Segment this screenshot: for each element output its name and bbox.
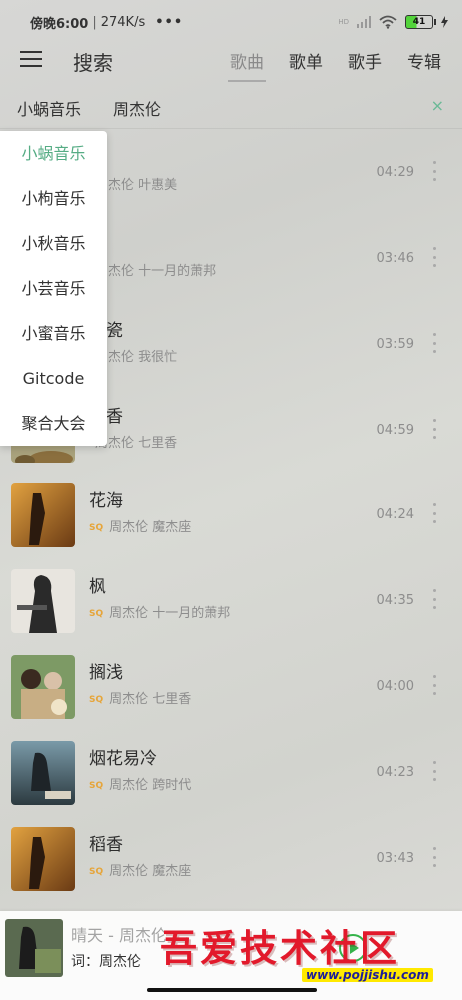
more-options-icon[interactable]	[431, 503, 437, 523]
song-duration: 04:29	[376, 165, 414, 180]
search-query[interactable]: 周杰伦	[113, 96, 161, 120]
battery-level: 41	[412, 17, 426, 27]
album-cover	[11, 741, 75, 805]
song-title: 花海	[89, 491, 123, 511]
song-meta: SQ 周杰伦 魔杰座	[89, 520, 192, 535]
song-row[interactable]: 枫 SQ 周杰伦 十一月的萧邦 04:35	[0, 557, 462, 643]
more-options-icon[interactable]	[431, 589, 437, 609]
song-meta: 周杰伦 十一月的萧邦	[95, 264, 217, 279]
song-row[interactable]: 烟花易冷 SQ 周杰伦 跨时代 04:23	[0, 729, 462, 815]
hamburger-menu-icon[interactable]	[20, 51, 42, 69]
more-options-icon[interactable]	[431, 847, 437, 867]
song-duration: 03:46	[376, 251, 414, 266]
album-cover	[11, 569, 75, 633]
source-option-gitcode[interactable]: Gitcode	[0, 356, 107, 401]
more-options-icon[interactable]	[431, 247, 437, 267]
song-duration: 04:35	[376, 593, 414, 608]
song-duration: 04:24	[376, 507, 414, 522]
song-row[interactable]: 花海 SQ 周杰伦 魔杰座 04:24	[0, 471, 462, 557]
status-separator: |	[92, 14, 97, 30]
source-selector[interactable]: 小蜗音乐	[17, 96, 81, 120]
app-header: 搜索 歌曲 歌单 歌手 专辑	[0, 38, 462, 82]
more-options-icon[interactable]	[431, 161, 437, 181]
wifi-icon	[379, 15, 397, 29]
song-duration: 04:59	[376, 423, 414, 438]
song-duration: 04:23	[376, 765, 414, 780]
source-option-xiaomi[interactable]: 小蜜音乐	[0, 311, 107, 356]
source-option-xiaoyun[interactable]: 小芸音乐	[0, 266, 107, 311]
now-playing-lyric: 词：周杰伦	[71, 954, 141, 970]
signal-icon	[357, 16, 371, 28]
now-playing-cover	[5, 919, 63, 977]
song-title: 烟花易冷	[89, 749, 157, 769]
now-playing-title: 晴天 - 周杰伦	[71, 926, 167, 945]
song-duration: 03:43	[376, 851, 414, 866]
source-dropdown-menu: 小蜗音乐 小枸音乐 小秋音乐 小芸音乐 小蜜音乐 Gitcode 聚合大会	[0, 131, 107, 446]
tab-artists[interactable]: 歌手	[348, 48, 382, 73]
more-options-icon[interactable]	[431, 675, 437, 695]
song-meta: SQ 周杰伦 跨时代	[89, 778, 192, 793]
tab-songs[interactable]: 歌曲	[228, 48, 266, 82]
battery-icon: 41	[405, 15, 436, 29]
more-options-icon[interactable]	[431, 333, 437, 353]
song-duration: 04:00	[376, 679, 414, 694]
status-time: 傍晚6:00	[30, 16, 89, 32]
song-meta: SQ 周杰伦 魔杰座	[89, 864, 192, 879]
watermark-url: www.pojjishu.com	[302, 968, 433, 982]
album-cover	[11, 827, 75, 891]
watermark: 吾爱技术社区 www.pojjishu.com	[160, 916, 460, 986]
network-speed: 274K/s	[100, 14, 146, 30]
source-option-xiaoqiu[interactable]: 小秋音乐	[0, 221, 107, 266]
song-title: 搁浅	[89, 663, 123, 683]
charging-icon	[441, 16, 448, 28]
search-source-bar: 小蜗音乐 周杰伦 ×	[0, 84, 462, 128]
home-indicator[interactable]	[147, 988, 317, 992]
tab-playlists[interactable]: 歌单	[289, 48, 323, 73]
song-meta: SQ 周杰伦 七里香	[89, 692, 192, 707]
album-cover	[11, 483, 75, 547]
album-cover	[11, 655, 75, 719]
page-title: 搜索	[73, 51, 113, 75]
more-notifications-icon: •••	[155, 14, 184, 30]
song-title: 稻香	[89, 835, 123, 855]
more-options-icon[interactable]	[431, 761, 437, 781]
tab-albums[interactable]: 专辑	[407, 48, 441, 73]
source-option-xiaogou[interactable]: 小枸音乐	[0, 176, 107, 221]
source-option-juhe[interactable]: 聚合大会	[0, 401, 107, 446]
hd-label: HD	[338, 18, 349, 26]
song-row[interactable]: 搁浅 SQ 周杰伦 七里香 04:00	[0, 643, 462, 729]
song-row[interactable]: 稻香 SQ 周杰伦 魔杰座 03:43	[0, 815, 462, 901]
more-options-icon[interactable]	[431, 419, 437, 439]
source-option-xiaowo[interactable]: 小蜗音乐	[0, 131, 107, 176]
watermark-text: 吾爱技术社区	[160, 926, 400, 970]
clear-icon[interactable]: ×	[431, 96, 444, 115]
song-duration: 03:59	[376, 337, 414, 352]
song-title: 枫	[89, 577, 106, 597]
status-icons: HD 41	[338, 15, 448, 29]
song-meta: SQ 周杰伦 十一月的萧邦	[89, 606, 231, 621]
